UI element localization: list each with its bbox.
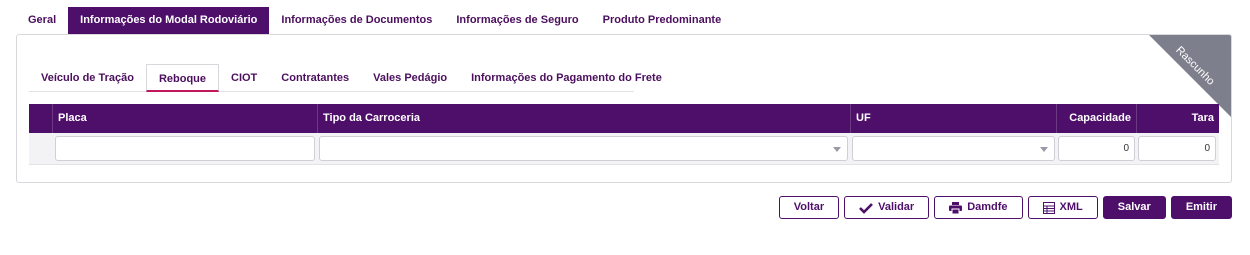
header-placa[interactable]: Placa — [53, 104, 318, 133]
modal-rodoviario-panel: Rascunho Veículo de Tração Reboque CIOT … — [16, 34, 1232, 183]
header-selector-cell — [29, 104, 53, 133]
table-icon — [1042, 201, 1055, 214]
damdfe-label: Damdfe — [967, 201, 1008, 213]
salvar-label: Salvar — [1117, 201, 1151, 213]
tab-pagamento-frete[interactable]: Informações do Pagamento do Frete — [459, 64, 674, 92]
dropdown-arrow-icon — [1040, 147, 1048, 152]
voltar-label: Voltar — [793, 201, 825, 213]
tab-ciot[interactable]: CIOT — [219, 64, 269, 92]
tab-veiculo-tracao[interactable]: Veículo de Tração — [29, 64, 146, 92]
header-tara[interactable]: Tara — [1137, 104, 1219, 133]
header-capacidade[interactable]: Capacidade — [1057, 104, 1137, 133]
validar-button[interactable]: Validar — [844, 196, 930, 219]
capacidade-input[interactable]: 0 — [1058, 136, 1135, 161]
tab-documentos[interactable]: Informações de Documentos — [269, 7, 444, 34]
action-bar: Voltar Validar Damdfe XML Salvar Emitir — [778, 196, 1232, 219]
damdfe-button[interactable]: Damdfe — [934, 196, 1023, 219]
tab-vales-pedagio[interactable]: Vales Pedágio — [361, 64, 459, 92]
tab-contratantes[interactable]: Contratantes — [269, 64, 361, 92]
reboque-grid: Placa Tipo da Carroceria UF Capacidade T… — [29, 104, 1219, 165]
tab-produto-predominante[interactable]: Produto Predominante — [591, 7, 734, 34]
printer-icon — [949, 201, 963, 214]
tab-geral[interactable]: Geral — [16, 7, 68, 34]
salvar-button[interactable]: Salvar — [1102, 196, 1166, 219]
emitir-label: Emitir — [1185, 201, 1217, 213]
inner-tab-bar: Veículo de Tração Reboque CIOT Contratan… — [29, 64, 662, 92]
xml-button[interactable]: XML — [1027, 196, 1098, 219]
table-row: 0 0 — [29, 133, 1219, 165]
validar-label: Validar — [878, 201, 915, 213]
tab-reboque[interactable]: Reboque — [145, 64, 219, 92]
uf-select[interactable] — [852, 136, 1055, 161]
grid-header: Placa Tipo da Carroceria UF Capacidade T… — [29, 104, 1219, 133]
header-uf[interactable]: UF — [851, 104, 1057, 133]
xml-label: XML — [1059, 201, 1083, 213]
emitir-button[interactable]: Emitir — [1170, 196, 1232, 219]
placa-input[interactable] — [55, 136, 315, 161]
top-tab-bar: Geral Informações do Modal Rodoviário In… — [16, 7, 733, 34]
tipo-carroceria-select[interactable] — [319, 136, 848, 161]
check-icon — [859, 202, 874, 214]
header-tipo-carroceria[interactable]: Tipo da Carroceria — [318, 104, 851, 133]
tara-input[interactable]: 0 — [1138, 136, 1216, 161]
voltar-button[interactable]: Voltar — [778, 196, 840, 219]
tab-modal-rodoviario[interactable]: Informações do Modal Rodoviário — [68, 7, 270, 34]
dropdown-arrow-icon — [833, 147, 841, 152]
tab-seguro[interactable]: Informações de Seguro — [444, 7, 590, 34]
